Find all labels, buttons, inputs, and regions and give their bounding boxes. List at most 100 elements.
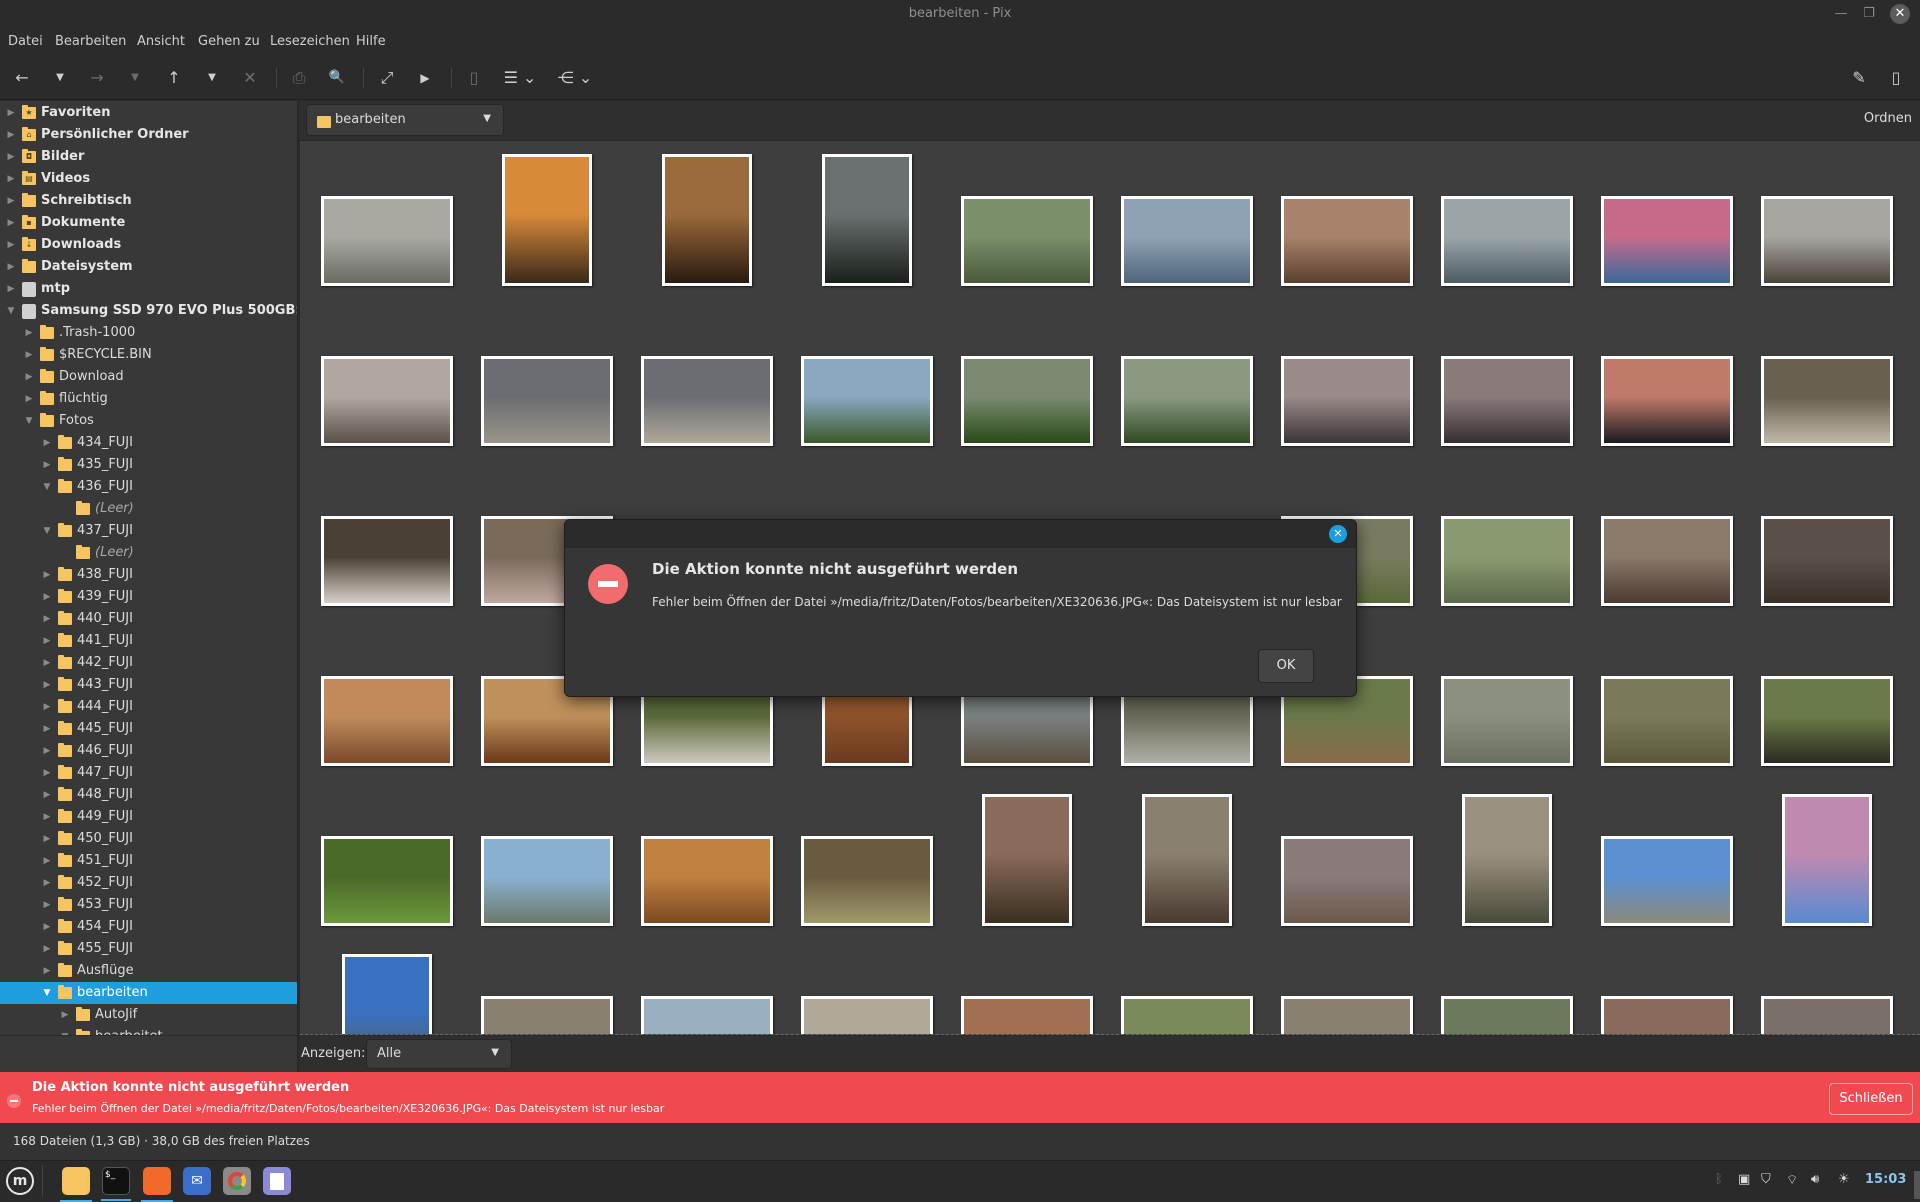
properties-button[interactable]: ▯ <box>463 66 485 90</box>
expand-arrow-icon[interactable]: ▶ <box>41 784 53 806</box>
expand-arrow-icon[interactable]: ▶ <box>5 256 17 278</box>
expand-arrow-icon[interactable]: ▶ <box>41 740 53 762</box>
back-history-button[interactable]: ▼ <box>49 66 71 90</box>
sort-button[interactable]: Ordnen <box>1864 111 1912 126</box>
photo-thumbnail[interactable] <box>961 996 1093 1034</box>
terminal-app-icon[interactable]: $_ <box>101 1167 131 1201</box>
sidebar-item[interactable]: ▶ 448_FUJI <box>0 784 297 806</box>
expand-arrow-icon[interactable]: ▶ <box>41 432 53 454</box>
photo-thumbnail[interactable] <box>822 154 912 286</box>
photo-thumbnail[interactable] <box>1761 516 1893 606</box>
sidebar-item[interactable]: ▼ Fotos <box>0 410 297 432</box>
view-menu-button[interactable]: ☰ ⌄ <box>500 66 540 90</box>
photo-thumbnail[interactable] <box>1281 196 1413 286</box>
photo-thumbnail[interactable] <box>1761 196 1893 286</box>
photo-thumbnail[interactable] <box>982 794 1072 926</box>
fullscreen-button[interactable]: ⤢ <box>376 66 398 90</box>
brightness-icon[interactable]: ☀ <box>1838 1172 1850 1187</box>
expand-arrow-icon[interactable]: ▶ <box>5 278 17 300</box>
expand-arrow-icon[interactable]: ▶ <box>23 366 35 388</box>
sidebar-item[interactable]: ▶ 447_FUJI <box>0 762 297 784</box>
photo-thumbnail[interactable] <box>1281 836 1413 926</box>
minimize-button[interactable]: — <box>1831 4 1851 24</box>
sidebar-item[interactable]: ▶ 434_FUJI <box>0 432 297 454</box>
mint-menu-icon[interactable]: m <box>6 1167 34 1195</box>
dialog-close-button[interactable]: ✕ <box>1329 525 1347 543</box>
files-app-icon[interactable] <box>60 1167 92 1202</box>
wifi-icon[interactable]: ⌔ <box>1786 1172 1798 1188</box>
sidebar-item[interactable]: ▶ flüchtig <box>0 388 297 410</box>
text-editor-app-icon[interactable] <box>263 1167 291 1195</box>
photo-thumbnail[interactable] <box>481 996 613 1034</box>
sidebar-item[interactable]: ▶ Schreibtisch <box>0 190 297 212</box>
infobar-close-button[interactable]: Schließen <box>1829 1083 1913 1115</box>
expand-arrow-icon[interactable]: ▶ <box>41 960 53 982</box>
expand-arrow-icon[interactable]: ▶ <box>23 344 35 366</box>
image-properties-button[interactable]: ▯ <box>1885 66 1907 90</box>
expand-arrow-icon[interactable]: ▶ <box>41 630 53 652</box>
photo-thumbnail[interactable] <box>1281 356 1413 446</box>
expand-arrow-icon[interactable]: ▶ <box>41 938 53 960</box>
sidebar-item[interactable]: ▶ Ausflüge <box>0 960 297 982</box>
search-button[interactable]: 🔍 <box>326 66 348 90</box>
photo-thumbnail[interactable] <box>321 836 453 926</box>
expand-arrow-icon[interactable]: ▶ <box>41 916 53 938</box>
expand-arrow-icon[interactable]: ▶ <box>41 850 53 872</box>
photo-thumbnail[interactable] <box>1761 356 1893 446</box>
photo-thumbnail[interactable] <box>1121 196 1253 286</box>
expand-arrow-icon[interactable]: ▶ <box>41 696 53 718</box>
sidebar-item[interactable]: ▶ 435_FUJI <box>0 454 297 476</box>
sidebar-item[interactable]: ▶ 438_FUJI <box>0 564 297 586</box>
menu-datei[interactable]: Datei <box>8 34 43 49</box>
print-button[interactable]: ⎙ <box>288 66 310 90</box>
sidebar-item[interactable]: ▼ bearbeiten <box>0 982 297 1004</box>
photo-thumbnail[interactable] <box>1761 996 1893 1034</box>
sidebar-item[interactable]: ▶ 451_FUJI <box>0 850 297 872</box>
collapse-arrow-icon[interactable]: ▼ <box>41 520 53 542</box>
location-dropdown[interactable]: bearbeiten ▼ <box>306 104 504 136</box>
photo-thumbnail[interactable] <box>1441 996 1573 1034</box>
sidebar-item[interactable]: ▶ 442_FUJI <box>0 652 297 674</box>
photo-thumbnail[interactable] <box>1601 996 1733 1034</box>
menu-bearbeiten[interactable]: Bearbeiten <box>55 34 126 49</box>
sidebar-item[interactable]: ▶ 439_FUJI <box>0 586 297 608</box>
photo-thumbnail[interactable] <box>1441 516 1573 606</box>
photo-thumbnail[interactable] <box>1121 996 1253 1034</box>
photo-thumbnail[interactable] <box>342 954 432 1034</box>
sidebar-item[interactable]: ▶ ▪ Dokumente <box>0 212 297 234</box>
sidebar-item[interactable]: ▶ .Trash-1000 <box>0 322 297 344</box>
photo-thumbnail[interactable] <box>502 154 592 286</box>
sidebar-item[interactable]: ▶ 453_FUJI <box>0 894 297 916</box>
expand-arrow-icon[interactable]: ▶ <box>5 234 17 256</box>
sidebar-item[interactable]: ▶ ↓ Downloads <box>0 234 297 256</box>
photo-thumbnail[interactable] <box>801 356 933 446</box>
sidebar-item[interactable]: ▶ ★ Favoriten <box>0 102 297 124</box>
share-menu-button[interactable]: ⋲ ⌄ <box>555 66 595 90</box>
photo-thumbnail[interactable] <box>1441 196 1573 286</box>
photo-thumbnail[interactable] <box>1601 516 1733 606</box>
sidebar-item[interactable]: ▶ AutoJif <box>0 1004 297 1026</box>
menu-ansicht[interactable]: Ansicht <box>137 34 185 49</box>
sidebar-item[interactable]: ▶ ▤ Videos <box>0 168 297 190</box>
photo-thumbnail[interactable] <box>1601 836 1733 926</box>
expand-arrow-icon[interactable]: ▶ <box>5 102 17 124</box>
photo-thumbnail[interactable] <box>961 196 1093 286</box>
photo-thumbnail[interactable] <box>1601 676 1733 766</box>
filter-dropdown[interactable]: Alle ▼ <box>366 1039 512 1069</box>
sidebar-item[interactable]: ▶ mtp <box>0 278 297 300</box>
close-window-button[interactable]: ✕ <box>1890 4 1910 24</box>
photo-thumbnail[interactable] <box>321 676 453 766</box>
photo-thumbnail[interactable] <box>801 836 933 926</box>
sidebar-item[interactable]: ▶ Dateisystem <box>0 256 297 278</box>
expand-arrow-icon[interactable]: ▶ <box>41 762 53 784</box>
photo-thumbnail[interactable] <box>1462 794 1552 926</box>
expand-arrow-icon[interactable]: ▶ <box>41 894 53 916</box>
expand-arrow-icon[interactable]: ▶ <box>41 872 53 894</box>
expand-arrow-icon[interactable]: ▶ <box>5 168 17 190</box>
expand-arrow-icon[interactable]: ▶ <box>5 190 17 212</box>
collapse-arrow-icon[interactable]: ▼ <box>23 410 35 432</box>
photo-thumbnail[interactable] <box>641 356 773 446</box>
back-button[interactable]: ← <box>11 66 33 90</box>
sidebar-item[interactable]: ▶ 452_FUJI <box>0 872 297 894</box>
expand-arrow-icon[interactable]: ▶ <box>5 212 17 234</box>
